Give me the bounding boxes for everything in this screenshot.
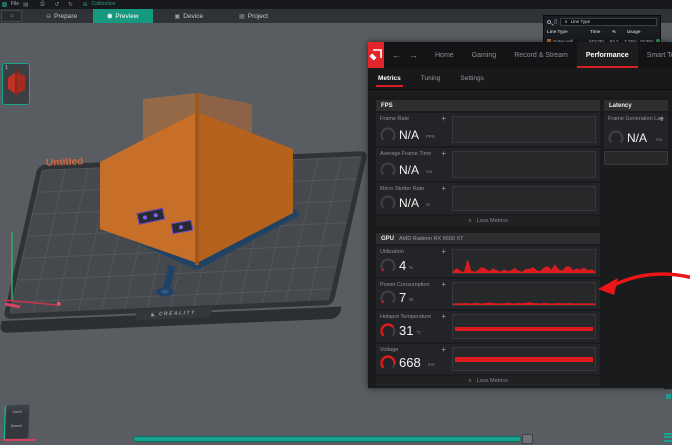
- add-metric-button[interactable]: +: [441, 247, 446, 256]
- chevron-up-icon: ∧: [468, 378, 472, 384]
- build-plate[interactable]: ◣ CREALITY: [3, 151, 368, 319]
- add-metric-button[interactable]: +: [441, 184, 446, 193]
- adrenalin-tab-record-stream[interactable]: Record & Stream: [505, 42, 577, 68]
- layers-icon[interactable]: [664, 431, 672, 444]
- adrenalin-tab-smart-technology[interactable]: Smart Technology: [638, 42, 672, 68]
- adrenalin-overlay: ← → Home Gaming Record & Stream Performa…: [368, 42, 672, 388]
- timeline-handle[interactable]: [522, 434, 533, 444]
- model-fin-translucent-right: [197, 93, 252, 152]
- amd-logo-icon[interactable]: [368, 42, 384, 68]
- metric-card-hotspot-temperature: Hotspot Temperature + 31 °C: [376, 311, 600, 342]
- braces-icon[interactable]: {}: [554, 19, 557, 25]
- calibration-menu[interactable]: Calibration: [92, 2, 116, 7]
- graph-hotspot-temperature: [452, 314, 596, 339]
- slicer-app-window: File ▤ ⎙ ↺ ↻ ⊞ Calibration *FA test ⌂ ⊖ …: [0, 0, 672, 445]
- add-metric-button[interactable]: +: [441, 280, 446, 289]
- add-metric-button[interactable]: +: [441, 345, 446, 354]
- redo-icon[interactable]: ↻: [68, 2, 73, 8]
- gauge-voltage: [379, 354, 397, 372]
- tab-project[interactable]: ▤ Project: [225, 9, 282, 23]
- gauge-micro-stutter-rate: [379, 194, 397, 212]
- dropdown-caret-icon: ∨: [564, 19, 567, 25]
- view-cube[interactable]: Travel Retract: [3, 404, 29, 439]
- graph-frame-generation-lag: [604, 151, 668, 165]
- metric-card-frame-generation-lag: Frame Generation Lag + N/A ms: [604, 113, 668, 149]
- search-icon[interactable]: [547, 20, 551, 24]
- tab-device[interactable]: ▣ Device: [161, 9, 218, 23]
- gauge-hotspot-temperature: [379, 322, 397, 340]
- device-icon: ▣: [175, 13, 181, 20]
- adrenalin-header: ← → Home Gaming Record & Stream Performa…: [368, 42, 672, 68]
- view-cube-label-front: Retract: [4, 423, 29, 428]
- add-metric-button[interactable]: +: [441, 149, 446, 158]
- group-header-gpu: GPU AMD Radeon RX 6650 XT: [376, 233, 600, 244]
- view-cube-label-top: Travel: [4, 409, 29, 414]
- screenshot-stage: File ▤ ⎙ ↺ ↻ ⊞ Calibration *FA test ⌂ ⊖ …: [0, 0, 690, 445]
- metric-card-average-frame-time: Average Frame Time + N/A ms: [376, 148, 600, 181]
- metric-card-micro-stutter-rate: Micro Stutter Rate + N/A %: [376, 183, 600, 214]
- prepare-icon: ⊖: [46, 13, 51, 20]
- line-type-dropdown[interactable]: ∨ Line Type: [560, 18, 657, 26]
- file-menu[interactable]: File: [11, 2, 19, 7]
- menu-bar: File ▤ ⎙ ↺ ↻ ⊞ Calibration: [0, 0, 672, 9]
- group-header-latency: Latency: [604, 100, 668, 111]
- layer-slider-dot[interactable]: [666, 394, 671, 399]
- adrenalin-metrics-content: FPS Frame Rate + N/A FPS Average Frame T…: [368, 90, 672, 388]
- print-icon[interactable]: ⎙: [40, 1, 44, 8]
- graph-power-consumption: [452, 282, 596, 306]
- chevron-up-icon: ∧: [468, 218, 472, 224]
- home-button[interactable]: ⌂: [1, 10, 22, 22]
- graph-average-frame-time: [452, 151, 596, 178]
- gauge-average-frame-time: [379, 161, 397, 179]
- dropdown-value: Line Type: [571, 19, 590, 24]
- graph-micro-stutter-rate: [452, 186, 596, 211]
- forward-arrow-icon[interactable]: →: [409, 50, 426, 60]
- less-metrics-button-fps[interactable]: ∧ Less Metrics: [376, 216, 600, 226]
- calibration-icon[interactable]: ⊞: [83, 2, 88, 8]
- build-plate-brand: CREALITY: [158, 310, 196, 318]
- adrenalin-tab-gaming[interactable]: Gaming: [463, 42, 506, 68]
- tab-prepare[interactable]: ⊖ Prepare: [32, 9, 91, 23]
- brand-mark-icon: ◣: [151, 311, 158, 317]
- metric-card-power-consumption: Power Consumption + 7 W: [376, 279, 600, 309]
- subtab-settings[interactable]: Settings: [450, 68, 494, 90]
- model-fin-translucent-left: [143, 93, 197, 160]
- tab-preview[interactable]: ⬢ Preview: [93, 9, 152, 23]
- preview-icon: ⬢: [107, 13, 112, 20]
- gauge-frame-generation-lag: [607, 129, 625, 147]
- gauge-utilization: [379, 257, 397, 275]
- adrenalin-tab-home[interactable]: Home: [426, 42, 463, 68]
- layer-timeline-slider[interactable]: [133, 436, 521, 442]
- metric-card-voltage: Voltage + 668 mV: [376, 344, 600, 374]
- add-metric-button[interactable]: +: [441, 114, 446, 123]
- back-arrow-icon[interactable]: ←: [384, 50, 409, 60]
- project-icon: ▤: [239, 13, 245, 20]
- undo-icon[interactable]: ↺: [55, 2, 60, 8]
- line-type-table-header: Line Type Time % Usage: [544, 27, 660, 36]
- plate-slot-thumbnail[interactable]: 1: [2, 63, 30, 105]
- line-type-toolbar: {} ∨ Line Type: [544, 16, 660, 27]
- plate-name-label: Untitled: [46, 156, 84, 169]
- home-icon: ⌂: [10, 13, 14, 19]
- subtab-metrics[interactable]: Metrics: [368, 68, 411, 90]
- plate-slot-number: 1: [5, 65, 8, 71]
- metric-card-frame-rate: Frame Rate + N/A FPS: [376, 113, 600, 146]
- less-metrics-button-gpu[interactable]: ∧ Less Metrics: [376, 376, 600, 386]
- subtab-tuning[interactable]: Tuning: [411, 68, 451, 90]
- graph-frame-rate: [452, 116, 596, 143]
- group-header-fps: FPS: [376, 100, 600, 111]
- metric-card-utilization: Utilization + 4 %: [376, 246, 600, 277]
- graph-utilization: [452, 249, 596, 274]
- graph-voltage: [452, 347, 596, 371]
- gpu-name: AMD Radeon RX 6650 XT: [399, 236, 464, 242]
- adrenalin-tab-performance[interactable]: Performance: [577, 42, 638, 68]
- add-metric-button[interactable]: +: [659, 114, 664, 123]
- gauge-power-consumption: [379, 289, 397, 307]
- adrenalin-subtabs: Metrics Tuning Settings: [368, 68, 672, 90]
- gauge-frame-rate: [379, 126, 397, 144]
- view-cube-red-edge: [2, 439, 36, 441]
- workspace-icon[interactable]: ▤: [23, 2, 28, 8]
- app-logo-icon: [2, 2, 7, 7]
- add-metric-button[interactable]: +: [441, 312, 446, 321]
